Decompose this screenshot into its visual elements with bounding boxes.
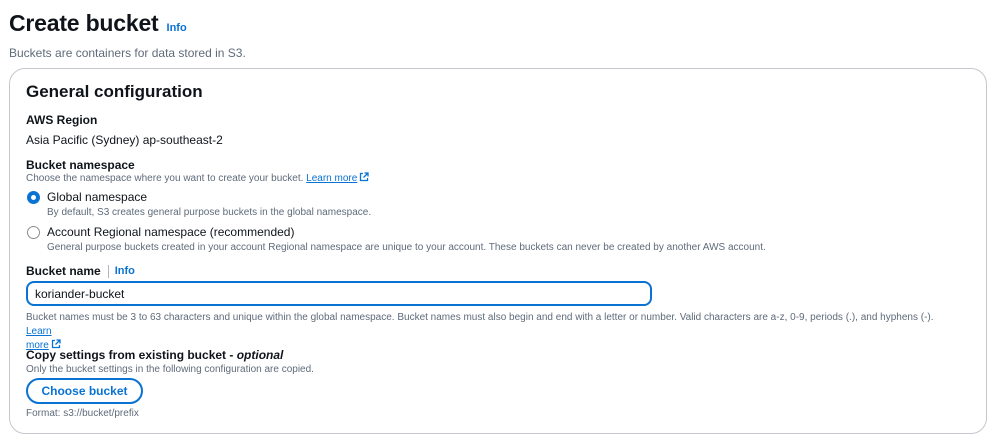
bucket-name-hint: Bucket names must be 3 to 63 characters … <box>26 311 956 353</box>
copy-settings-optional: optional <box>236 348 284 362</box>
general-configuration-panel: General configuration AWS Region Asia Pa… <box>9 68 987 434</box>
page-description: Buckets are containers for data stored i… <box>9 46 246 60</box>
choose-bucket-button[interactable]: Choose bucket <box>26 378 143 404</box>
radio-option-account-regional[interactable]: Account Regional namespace (recommended)… <box>27 225 766 253</box>
region-label: AWS Region <box>26 113 98 127</box>
section-title: General configuration <box>26 82 203 101</box>
copy-settings-hint: Only the bucket settings in the followin… <box>26 364 314 375</box>
label-divider <box>107 264 109 278</box>
bucket-name-hint-text: Bucket names must be 3 to 63 characters … <box>26 312 934 323</box>
page-info-link[interactable]: Info <box>167 22 187 34</box>
format-hint: Format: s3://bucket/prefix <box>26 408 139 419</box>
page-header: Create bucket Info Buckets are container… <box>9 10 246 60</box>
radio-label-account-regional: Account Regional namespace (recommended) <box>47 225 295 239</box>
page-title: Create bucket <box>9 10 159 36</box>
bucket-name-label: Bucket name <box>26 264 101 278</box>
namespace-hint: Choose the namespace where you want to c… <box>26 172 369 186</box>
namespace-hint-text: Choose the namespace where you want to c… <box>26 173 304 184</box>
radio-option-global[interactable]: Global namespace By default, S3 creates … <box>27 190 371 218</box>
namespace-learn-more-link[interactable]: Learn more <box>306 172 369 184</box>
radio-label-global: Global namespace <box>47 190 148 204</box>
copy-settings-label: Copy settings from existing bucket - opt… <box>26 348 283 362</box>
external-link-icon <box>360 172 369 182</box>
radio-desc-account-regional: General purpose buckets created in your … <box>47 242 766 253</box>
namespace-label: Bucket namespace <box>26 158 135 172</box>
radio-desc-global: By default, S3 creates general purpose b… <box>47 207 372 218</box>
copy-settings-label-text: Copy settings from existing bucket - <box>26 348 237 362</box>
bucket-name-info-link[interactable]: Info <box>115 265 135 277</box>
radio-checked[interactable] <box>27 191 40 204</box>
learn-more-text: Learn more <box>306 173 358 184</box>
radio-unchecked[interactable] <box>27 226 40 239</box>
bucket-name-input[interactable] <box>26 281 652 306</box>
bucket-name-learn-more-a[interactable]: Learn <box>26 326 52 337</box>
region-value: Asia Pacific (Sydney) ap-southeast-2 <box>26 133 223 147</box>
bucket-name-label-row: Bucket name Info <box>26 264 135 278</box>
